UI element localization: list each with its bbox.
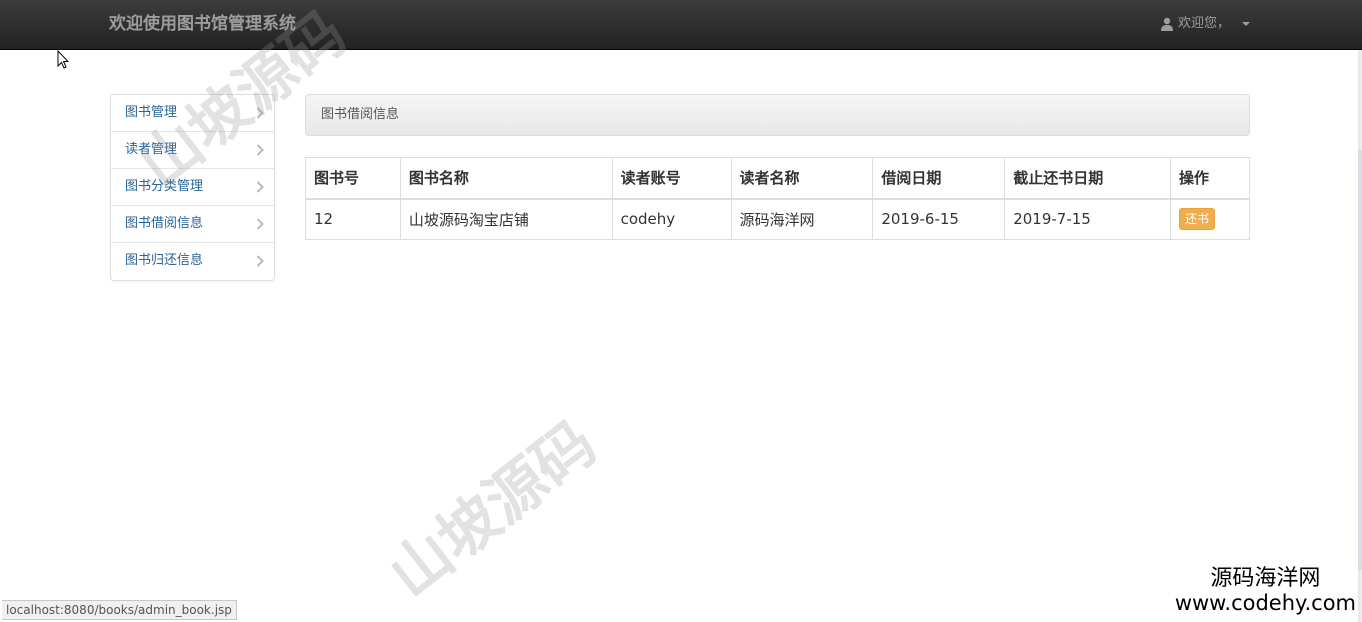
chevron-right-icon [256,255,264,267]
corner-brand-url: www.codehy.com [1174,591,1356,616]
caret-down-icon [1242,22,1250,26]
column-header: 读者账号 [611,157,732,200]
borrow-table: 图书号 图书名称 读者账号 读者名称 借阅日期 截止还书日期 操作 12 山坡源… [305,157,1250,240]
cell-book-id: 12 [305,198,401,240]
sidebar-item-label: 图书分类管理 [125,179,204,194]
watermark-text: 山坡源码 [376,408,610,612]
sidebar-nav: 图书管理 读者管理 图书分类管理 图书借阅信息 图书归还信息 [110,94,275,281]
user-menu-dropdown[interactable]: 欢迎您， [1160,15,1250,33]
corner-brand-logo: 源码海洋网 www.codehy.com [1175,566,1356,615]
corner-brand-cn: 源码海洋网 [1210,566,1321,591]
sidebar-item-label: 图书借阅信息 [125,216,204,231]
column-header: 图书号 [305,157,401,200]
sidebar-item-label: 图书管理 [125,105,178,120]
sidebar-item-label: 读者管理 [125,142,178,157]
cell-book-name: 山坡源码淘宝店铺 [399,198,613,240]
top-navbar: 欢迎使用图书馆管理系统 欢迎您， [0,0,1362,50]
chevron-right-icon [256,218,264,230]
chevron-right-icon [256,107,264,119]
cell-action: 还书 [1170,198,1250,240]
sidebar-item-borrow-info[interactable]: 图书借阅信息 [111,206,274,243]
column-header: 借阅日期 [872,157,1006,200]
return-book-button[interactable]: 还书 [1179,208,1216,231]
browser-status-url: localhost:8080/books/admin_book.jsp [2,600,237,620]
cell-borrow-date: 2019-6-15 [872,198,1006,240]
cell-reader-account: codehy [611,198,732,240]
column-header: 图书名称 [399,157,613,200]
column-header: 操作 [1170,157,1250,200]
sidebar-item-book-management[interactable]: 图书管理 [111,95,274,132]
sidebar-item-label: 图书归还信息 [125,253,204,268]
chevron-right-icon [256,144,264,156]
panel-title: 图书借阅信息 [305,94,1250,136]
sidebar-item-return-info[interactable]: 图书归还信息 [111,243,274,280]
cell-due-date: 2019-7-15 [1004,198,1172,240]
table-row: 12 山坡源码淘宝店铺 codehy 源码海洋网 2019-6-15 2019-… [305,198,1250,240]
user-greeting: 欢迎您， [1177,16,1230,31]
mouse-cursor-icon [57,50,69,69]
app-title[interactable]: 欢迎使用图书馆管理系统 [109,13,296,35]
table-header-row: 图书号 图书名称 读者账号 读者名称 借阅日期 截止还书日期 操作 [305,157,1250,200]
user-icon [1160,17,1173,31]
chevron-right-icon [256,181,264,193]
page-scrollbar[interactable] [1356,50,1362,622]
scrollbar-thumb[interactable] [1358,150,1362,570]
column-header: 读者名称 [730,157,874,200]
column-header: 截止还书日期 [1004,157,1172,200]
sidebar-item-category-management[interactable]: 图书分类管理 [111,169,274,206]
sidebar-item-reader-management[interactable]: 读者管理 [111,132,274,169]
cell-reader-name: 源码海洋网 [730,198,874,240]
